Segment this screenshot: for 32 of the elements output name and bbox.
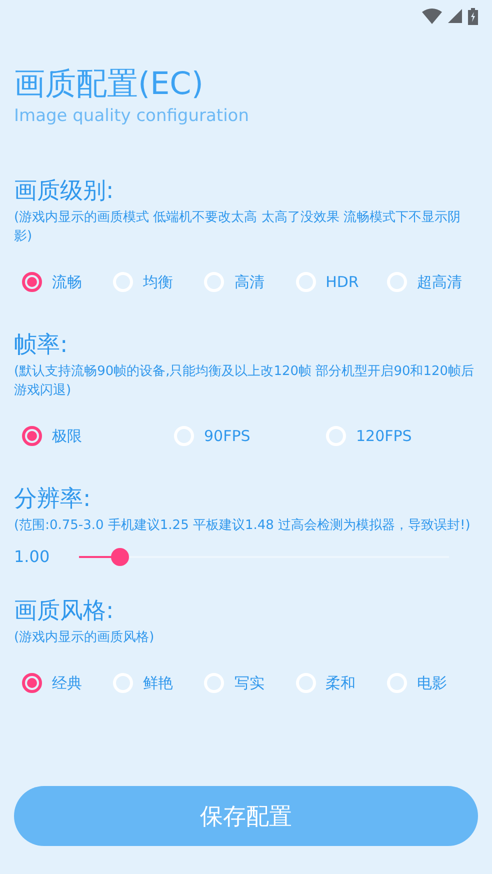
signal-icon [448, 9, 462, 23]
radio-label[interactable]: HDR [326, 273, 359, 291]
section-heading: 分辨率: [14, 485, 92, 514]
radio-label[interactable]: 极限 [52, 426, 82, 446]
radio-label[interactable]: 高清 [234, 272, 264, 292]
radio-button[interactable] [22, 272, 42, 292]
section-heading: 帧率: [14, 331, 69, 360]
slider-value: 1.00 [14, 547, 50, 566]
section-heading: 画质风格: [14, 597, 115, 626]
section-note: (范围:0.75-3.0 手机建议1.25 平板建议1.48 过高会检测为模拟器，导致误封!) [14, 517, 472, 535]
section-note: (游戏内显示的画质模式 低端机不要改太高 太高了没效果 流畅模式下不显示阴影) [14, 209, 462, 246]
save-button[interactable]: 保存配置 [14, 786, 478, 846]
radio-label[interactable]: 经典 [52, 674, 82, 692]
radio-button[interactable] [22, 673, 42, 693]
section-note: (游戏内显示的画质风格) [14, 629, 156, 647]
radio-label[interactable]: 写实 [234, 674, 264, 692]
page-subtitle: Image quality configuration [14, 106, 250, 126]
radio-button[interactable] [22, 426, 42, 446]
section-note: (默认支持流畅90帧的设备,只能均衡及以上改120帧 部分机型开启90和120帧后游戏闪退) [14, 363, 476, 400]
page-title: 画质配置(EC) [14, 65, 204, 104]
slider-thumb[interactable] [110, 548, 129, 566]
radio-label[interactable]: 120FPS [356, 427, 412, 445]
radio-label[interactable]: 超高清 [416, 272, 462, 292]
radio-label[interactable]: 流畅 [52, 272, 82, 292]
radio-label[interactable]: 90FPS [204, 427, 250, 445]
battery-icon [468, 8, 478, 24]
wifi-icon [422, 8, 442, 24]
radio-label[interactable]: 电影 [416, 674, 447, 692]
radio-label[interactable]: 鲜艳 [143, 674, 174, 692]
radio-label[interactable]: 均衡 [143, 272, 174, 292]
section-heading: 画质级别: [14, 177, 115, 206]
radio-label[interactable]: 柔和 [326, 674, 356, 692]
